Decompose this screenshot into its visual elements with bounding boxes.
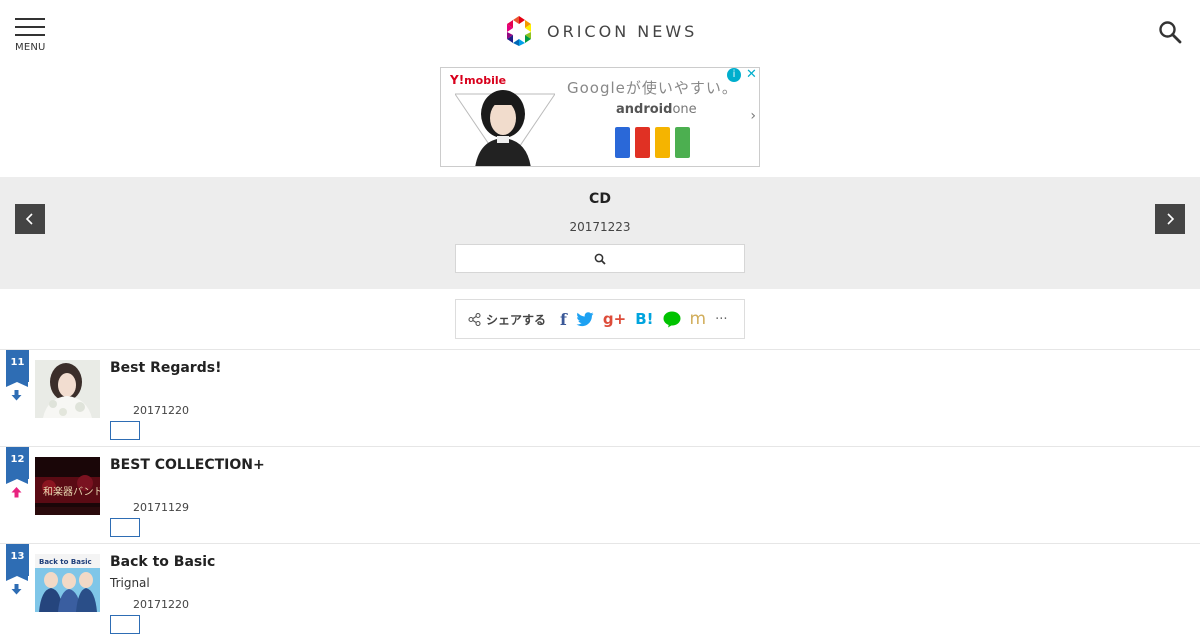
ranking-row: 12 和楽器バンド BEST COLLECTION+ 20171129 bbox=[0, 447, 1200, 544]
album-thumbnail[interactable] bbox=[35, 360, 100, 418]
ranking-row: 13 Back to Basic Back to Basic Trignal 2… bbox=[0, 544, 1200, 641]
trend-up-icon bbox=[11, 483, 22, 502]
ad-phones-image bbox=[615, 127, 690, 158]
share-icon bbox=[468, 312, 481, 326]
ad-info-icon[interactable]: i bbox=[727, 68, 741, 82]
chevron-right-icon bbox=[1167, 213, 1175, 225]
album-title[interactable]: Back to Basic bbox=[110, 554, 215, 570]
twitter-icon bbox=[576, 311, 594, 326]
chart-title: CD bbox=[589, 191, 611, 207]
purchase-button[interactable] bbox=[110, 615, 140, 634]
trend-down-icon bbox=[11, 580, 22, 599]
share-bar: シェアする f g+ B! m ··· bbox=[455, 299, 745, 339]
album-title[interactable]: Best Regards! bbox=[110, 360, 221, 376]
svg-text:Back to Basic: Back to Basic bbox=[39, 558, 92, 566]
ad-chevron-right-icon[interactable]: › bbox=[750, 108, 756, 124]
rank-badge: 13 bbox=[6, 544, 29, 581]
twitter-share-button[interactable] bbox=[576, 311, 594, 327]
release-date: 20171220 bbox=[133, 598, 189, 611]
trend-down-icon bbox=[11, 386, 22, 405]
facebook-share-button[interactable]: f bbox=[560, 310, 567, 329]
logo-hexagon-icon bbox=[507, 16, 531, 46]
site-header: MENU ORICON NEWS bbox=[0, 0, 1200, 62]
next-chart-button[interactable] bbox=[1155, 204, 1185, 234]
ad-headline: Googleが使いやすい。 bbox=[567, 79, 738, 97]
search-button[interactable] bbox=[1158, 20, 1182, 48]
menu-button[interactable]: MENU bbox=[15, 18, 47, 53]
purchase-button[interactable] bbox=[110, 518, 140, 537]
purchase-button[interactable] bbox=[110, 421, 140, 440]
search-icon bbox=[594, 253, 606, 265]
menu-label: MENU bbox=[15, 42, 46, 53]
hamburger-icon bbox=[15, 18, 45, 20]
logo-text: ORICON NEWS bbox=[547, 21, 698, 41]
googleplus-share-button[interactable]: g+ bbox=[603, 310, 626, 328]
line-icon bbox=[663, 311, 680, 327]
album-thumbnail[interactable]: 和楽器バンド bbox=[35, 457, 100, 515]
rank-badge: 12 bbox=[6, 447, 29, 484]
ranking-row: 11 Best Regards! 20171220 bbox=[0, 350, 1200, 447]
date-search-field[interactable] bbox=[455, 244, 745, 273]
ad-close-icon[interactable]: ✕ bbox=[744, 68, 759, 83]
advertisement-banner[interactable]: Y!mobile Googleが使いやすい。 androidone i ✕ › bbox=[440, 67, 760, 167]
svg-text:和楽器バンド: 和楽器バンド bbox=[43, 485, 100, 498]
line-share-button[interactable] bbox=[663, 311, 681, 328]
album-thumbnail[interactable]: Back to Basic bbox=[35, 554, 100, 612]
ad-product: androidone bbox=[616, 102, 697, 117]
hatena-bookmark-button[interactable]: B! bbox=[635, 310, 653, 328]
release-date: 20171220 bbox=[133, 404, 189, 417]
ad-model-image bbox=[455, 90, 555, 166]
release-date: 20171129 bbox=[133, 501, 189, 514]
mixi-share-button[interactable]: m bbox=[690, 309, 707, 329]
chart-header-band: CD 20171223 bbox=[0, 177, 1200, 289]
artist-name[interactable]: Trignal bbox=[110, 576, 150, 590]
search-icon bbox=[1159, 21, 1182, 44]
site-logo[interactable]: ORICON NEWS bbox=[503, 15, 697, 47]
rank-badge: 11 bbox=[6, 350, 29, 387]
more-share-button[interactable]: ··· bbox=[715, 312, 727, 327]
chart-date: 20171223 bbox=[569, 220, 631, 234]
share-label: シェアする bbox=[486, 312, 547, 327]
album-title[interactable]: BEST COLLECTION+ bbox=[110, 457, 265, 473]
